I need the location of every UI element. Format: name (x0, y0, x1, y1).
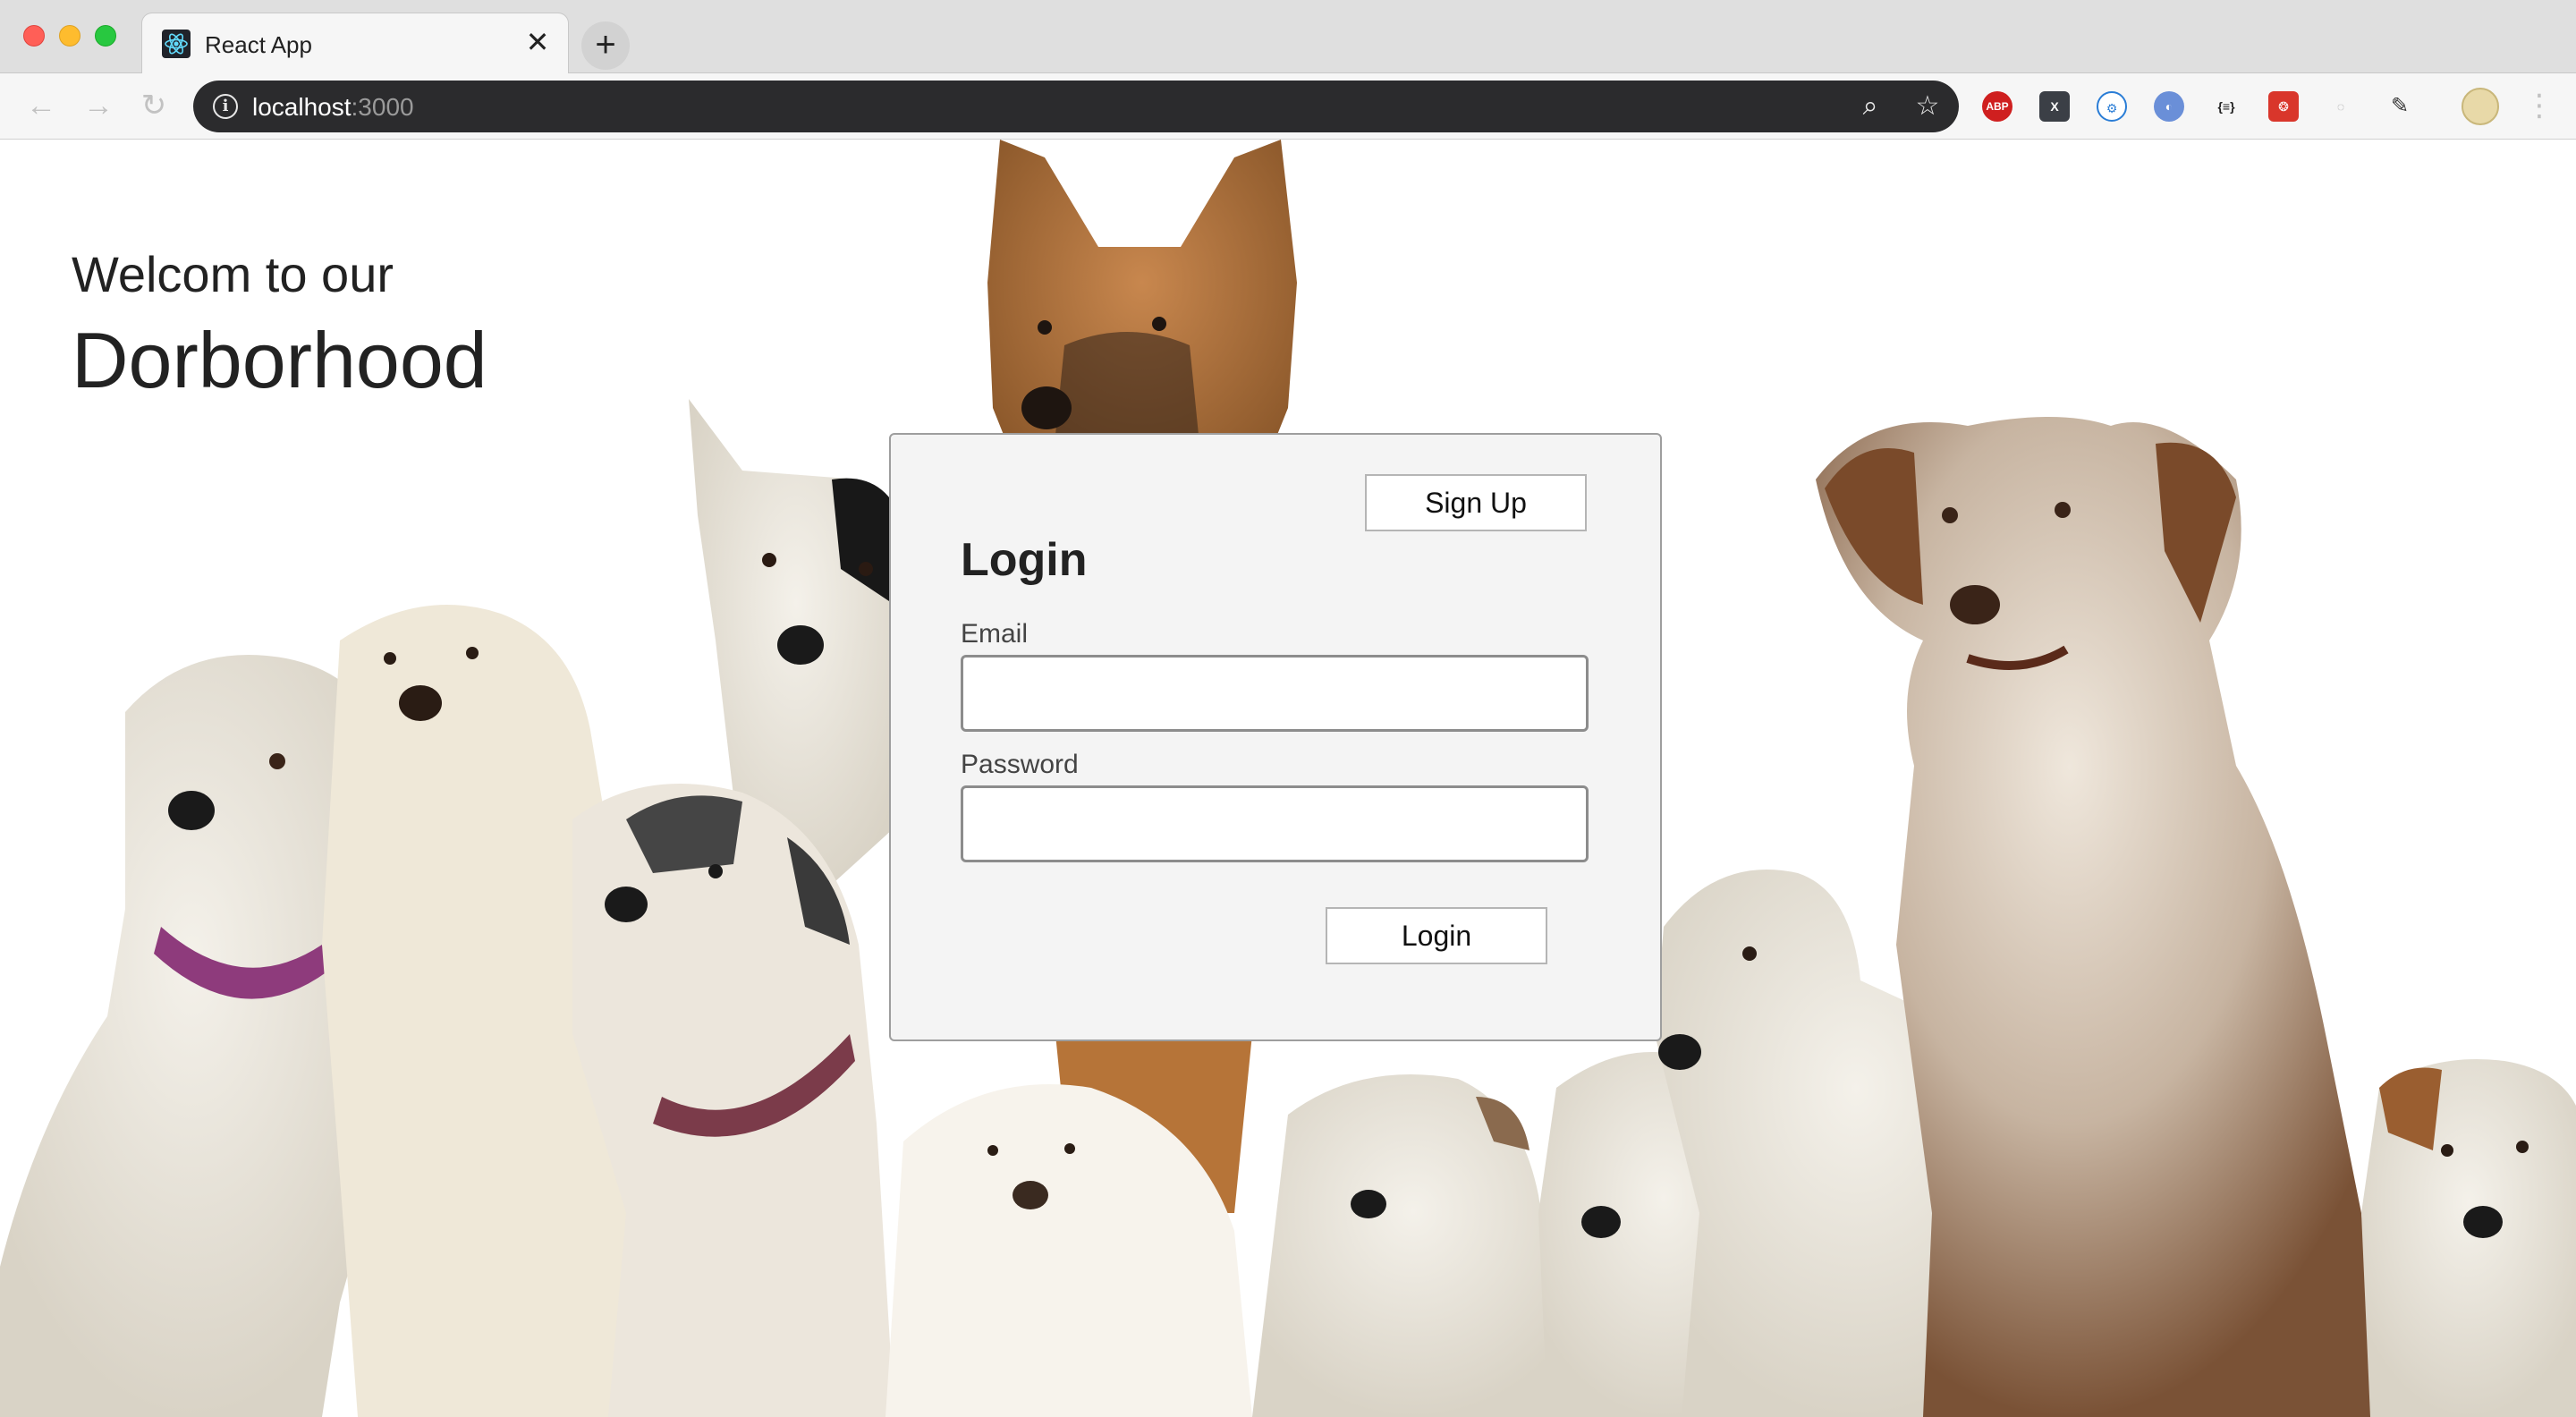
email-label: Email (961, 619, 1029, 649)
close-tab-icon[interactable]: ✕ (521, 26, 554, 58)
email-field[interactable] (961, 655, 1589, 732)
reload-icon[interactable]: ↻ (136, 88, 172, 123)
browser-tab[interactable]: React App ✕ (141, 13, 569, 73)
shih-tzu-figure (572, 784, 894, 1417)
circle-extension-icon[interactable]: ◌ (2326, 91, 2356, 122)
url-text[interactable]: localhost:3000 (252, 93, 414, 122)
login-title: Login (961, 534, 1088, 586)
new-tab-button[interactable]: + (581, 21, 630, 70)
browser-toolbar: ← → ↻ i localhost:3000 ⌕ ☆ ABP X ⚙ ◐ {≡}… (0, 73, 2576, 140)
maximize-window-button[interactable] (95, 25, 116, 47)
brand-title: Dorborhood (72, 316, 487, 404)
moon-extension-icon[interactable]: ◐ (2154, 91, 2184, 122)
page-content: Welcom to our Dorborhood Sign Up Login E… (0, 140, 2576, 1417)
zoom-icon[interactable]: ⌕ (1853, 89, 1887, 123)
browser-menu-icon[interactable]: ⋮ (2524, 86, 2555, 125)
profile-avatar[interactable] (2462, 88, 2499, 125)
sign-up-button[interactable]: Sign Up (1365, 474, 1587, 531)
x-extension-icon[interactable]: X (2039, 91, 2070, 122)
forward-arrow-icon[interactable]: → (80, 88, 116, 123)
password-field[interactable] (961, 785, 1589, 862)
terrier-left-figure (0, 655, 385, 1417)
react-logo-icon (162, 30, 191, 58)
minimize-window-button[interactable] (59, 25, 80, 47)
welcome-text: Welcom to our (72, 246, 394, 302)
tab-title: React App (205, 31, 312, 58)
close-window-button[interactable] (23, 25, 45, 47)
compass-extension-icon[interactable]: ⚙ (2097, 91, 2127, 122)
back-arrow-icon[interactable]: ← (23, 88, 59, 123)
eyedropper-extension-icon[interactable]: ✎ (2385, 91, 2415, 122)
password-label: Password (961, 750, 1079, 779)
address-bar[interactable]: i localhost:3000 ⌕ ☆ (193, 81, 1959, 132)
bookmark-star-icon[interactable]: ☆ (1911, 89, 1945, 123)
login-card: Sign Up Login Email Password Login (889, 433, 1662, 1041)
red-extension-icon[interactable]: ❂ (2268, 91, 2299, 122)
json-extension-icon[interactable]: {≡} (2211, 91, 2241, 122)
login-submit-button[interactable]: Login (1326, 907, 1547, 964)
adblock-extension-icon[interactable]: ABP (1982, 91, 2012, 122)
browser-titlebar: React App ✕ + (0, 0, 2576, 73)
jack-russell-figure (2361, 1059, 2576, 1417)
info-icon[interactable]: i (213, 94, 238, 119)
